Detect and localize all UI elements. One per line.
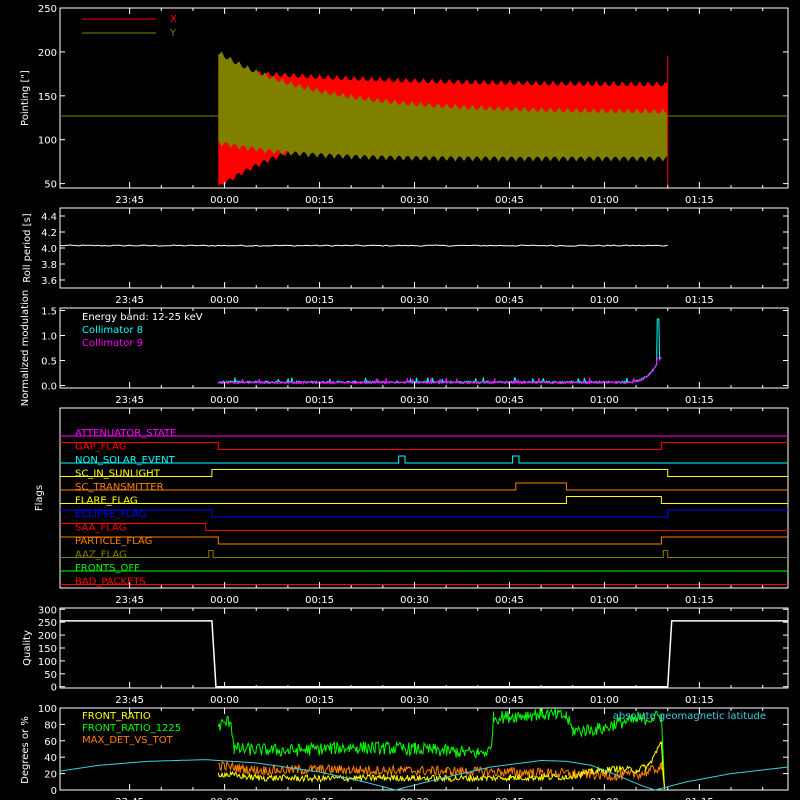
xtick-label: 00:00 bbox=[210, 295, 239, 306]
xtick-label: 23:45 bbox=[115, 295, 144, 306]
ytick-label: 0.0 bbox=[41, 382, 57, 393]
xtick-label: 01:15 bbox=[685, 395, 714, 406]
xtick-label: 23:45 bbox=[115, 695, 144, 706]
ytick-label: 60 bbox=[44, 737, 57, 748]
xtick-label: 00:30 bbox=[400, 295, 429, 306]
flag-label: SC_TRANSMITTER bbox=[75, 482, 164, 493]
xtick-label: 00:00 bbox=[210, 695, 239, 706]
legend-front-ratio-1225: FRONT_RATIO_1225 bbox=[82, 723, 181, 734]
xtick-label: 00:30 bbox=[400, 595, 429, 606]
xtick-label: 00:45 bbox=[495, 595, 524, 606]
xtick-label: 01:00 bbox=[590, 595, 619, 606]
xtick-label: 00:30 bbox=[400, 695, 429, 706]
flag-label: SC_IN_SUNLIGHT bbox=[75, 469, 161, 480]
ytick-label: 250 bbox=[38, 618, 57, 629]
ytick-label: 3.6 bbox=[41, 276, 57, 287]
xtick-label: 01:15 bbox=[685, 695, 714, 706]
legend-max-det: MAX_DET_VS_TOT bbox=[82, 735, 174, 746]
ytick-label: 4.4 bbox=[41, 212, 57, 223]
flag-label: BAD_PACKETS bbox=[75, 577, 146, 588]
xtick-label: 00:30 bbox=[400, 395, 429, 406]
ytick-label: 50 bbox=[44, 180, 57, 191]
figure: 50100150200250 Pointing ["] X Y 3.63.84.… bbox=[0, 0, 800, 800]
ytick-label: 0 bbox=[51, 683, 57, 694]
xtick-label: 01:00 bbox=[590, 195, 619, 206]
flag-label: NON_SOLAR_EVENT bbox=[75, 455, 176, 466]
flag-label: FLARE_FLAG bbox=[75, 496, 138, 507]
xtick-label: 00:30 bbox=[400, 195, 429, 206]
ytick-label: 100 bbox=[38, 657, 57, 668]
xtick-label: 00:15 bbox=[305, 295, 334, 306]
ytick-label: 3.8 bbox=[41, 260, 57, 271]
xtick-label: 01:00 bbox=[590, 295, 619, 306]
xtick-label: 00:15 bbox=[305, 395, 334, 406]
roll-ylabel: Roll period [s] bbox=[22, 213, 33, 282]
ytick-label: 200 bbox=[38, 631, 57, 642]
flags-ylabel: Flags bbox=[34, 485, 45, 511]
xtick-label: 00:15 bbox=[305, 195, 334, 206]
xtick-label: 00:45 bbox=[495, 695, 524, 706]
geomag-annotation: absolute geomagnetic latitude bbox=[613, 711, 766, 722]
xtick-label: 00:00 bbox=[210, 195, 239, 206]
ytick-label: 100 bbox=[38, 704, 57, 715]
xtick-label: 00:00 bbox=[210, 595, 239, 606]
xtick-label: 01:00 bbox=[590, 695, 619, 706]
ytick-label: 1.0 bbox=[41, 332, 57, 343]
ytick-label: 4.0 bbox=[41, 244, 57, 255]
xtick-label: 23:45 bbox=[115, 395, 144, 406]
ytick-label: 150 bbox=[38, 92, 57, 103]
legend-x-label: X bbox=[170, 14, 177, 25]
xtick-label: 01:15 bbox=[685, 195, 714, 206]
xtick-label: 23:45 bbox=[115, 195, 144, 206]
legend-front-ratio: FRONT_RATIO bbox=[82, 711, 151, 722]
flag-label: FRONTS_OFF bbox=[75, 563, 140, 574]
ytick-label: 250 bbox=[38, 4, 57, 15]
xtick-label: 00:45 bbox=[495, 295, 524, 306]
ytick-label: 100 bbox=[38, 136, 57, 147]
modulation-ylabel: Normalized modulation bbox=[20, 290, 31, 407]
flag-label: SAA_FLAG bbox=[75, 523, 126, 534]
xtick-label: 01:00 bbox=[590, 395, 619, 406]
flag-label: ATTENUATOR_STATE bbox=[75, 428, 176, 439]
ratios-ylabel: Degrees or % bbox=[20, 716, 31, 784]
ytick-label: 300 bbox=[38, 605, 57, 616]
flag-label: PARTICLE_FLAG bbox=[75, 536, 152, 547]
ytick-label: 0 bbox=[51, 786, 57, 797]
xtick-label: 00:45 bbox=[495, 395, 524, 406]
ytick-label: 50 bbox=[44, 670, 57, 681]
xtick-label: 01:15 bbox=[685, 295, 714, 306]
ytick-label: 0.5 bbox=[41, 357, 57, 368]
quality-ylabel: Quality bbox=[22, 630, 33, 666]
xtick-label: 00:15 bbox=[305, 695, 334, 706]
ytick-label: 200 bbox=[38, 48, 57, 59]
pointing-ylabel: Pointing ["] bbox=[20, 70, 31, 126]
flag-label: GAP_FLAG bbox=[75, 442, 127, 453]
xtick-label: 00:00 bbox=[210, 395, 239, 406]
legend-y-label: Y bbox=[169, 28, 177, 39]
ytick-label: 20 bbox=[44, 770, 57, 781]
xtick-label: 01:15 bbox=[685, 595, 714, 606]
xtick-label: 00:45 bbox=[495, 195, 524, 206]
ytick-label: 80 bbox=[44, 720, 57, 731]
xtick-label: 00:15 bbox=[305, 595, 334, 606]
xtick-label: 23:45 bbox=[115, 595, 144, 606]
collimator-8-label: Collimator 8 bbox=[82, 325, 143, 336]
ytick-label: 150 bbox=[38, 644, 57, 655]
ytick-label: 40 bbox=[44, 753, 57, 764]
energy-band-label: Energy band: 12-25 keV bbox=[82, 312, 203, 323]
ytick-label: 4.2 bbox=[41, 228, 57, 239]
ytick-label: 1.5 bbox=[41, 307, 57, 318]
flag-label: AAZ_FLAG bbox=[75, 550, 127, 561]
collimator-9-label: Collimator 9 bbox=[82, 338, 143, 349]
flag-label: ECLIPSE_FLAG bbox=[75, 509, 146, 520]
